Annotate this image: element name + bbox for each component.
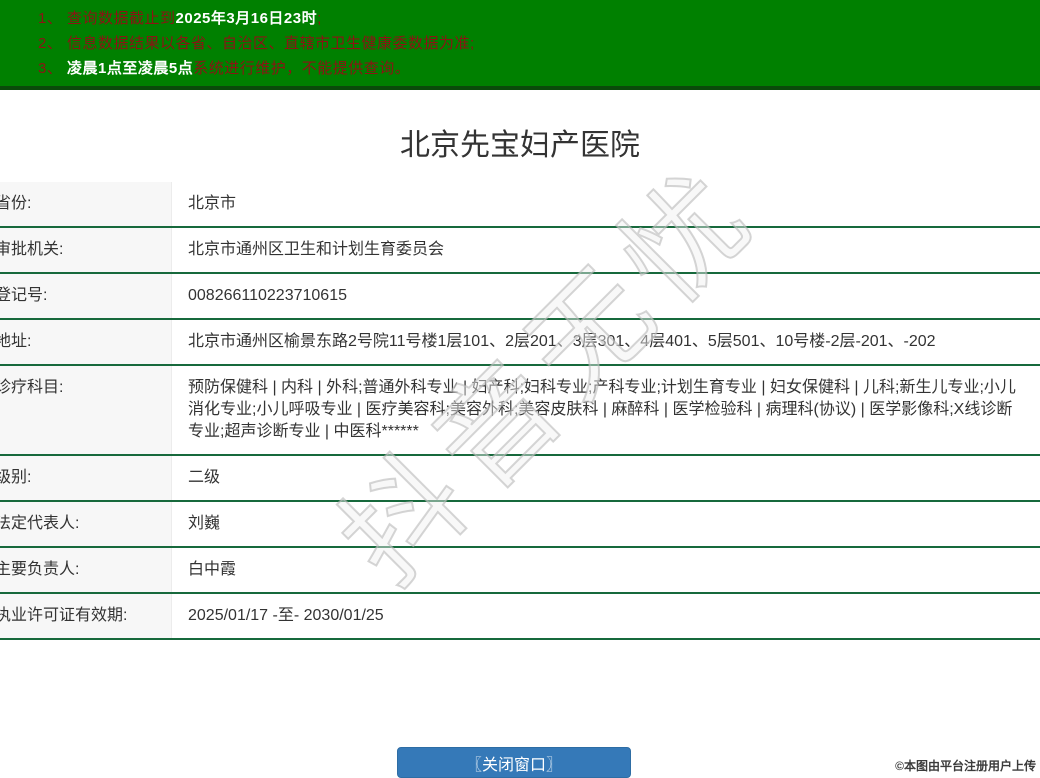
notice-line-3-suffix: 系统进行维护，不能提供查询。 bbox=[193, 60, 411, 77]
notice-line-1: 1、 查询数据截止到2025年3月16日23时; bbox=[38, 6, 1030, 31]
notice-line-3: 3、 凌晨1点至凌晨5点系统进行维护，不能提供查询。 bbox=[38, 56, 1030, 81]
table-row-license-validity: 执业许可证有效期: 2025/01/17 -至- 2030/01/25 bbox=[0, 594, 1040, 640]
row-label: 诊疗科目: bbox=[0, 366, 172, 454]
notice-line-1-suffix: ; bbox=[317, 10, 322, 27]
close-window-button[interactable]: 〖关闭窗口〗 bbox=[397, 747, 631, 778]
notice-line-2: 2、 信息数据结果以各省、自治区、直辖市卫生健康委数据为准; bbox=[38, 31, 1030, 56]
row-label: 级别: bbox=[0, 456, 172, 500]
row-label: 审批机关: bbox=[0, 228, 172, 272]
table-row-person-in-charge: 主要负责人: 白中霞 bbox=[0, 548, 1040, 594]
copyright-watermark: ©本图由平台注册用户上传 bbox=[895, 759, 1036, 773]
row-label: 地址: bbox=[0, 320, 172, 364]
row-value: 北京市通州区卫生和计划生育委员会 bbox=[172, 228, 1040, 272]
table-row-address: 地址: 北京市通州区榆景东路2号院11号楼1层101、2层201、3层301、4… bbox=[0, 320, 1040, 366]
notice-banner: 1、 查询数据截止到2025年3月16日23时; 2、 信息数据结果以各省、自治… bbox=[0, 0, 1040, 90]
row-value: 刘巍 bbox=[172, 502, 1040, 546]
table-row-approval-authority: 审批机关: 北京市通州区卫生和计划生育委员会 bbox=[0, 228, 1040, 274]
table-row-registration-number: 登记号: 008266110223710615 bbox=[0, 274, 1040, 320]
row-value: 白中霞 bbox=[172, 548, 1040, 592]
row-label: 法定代表人: bbox=[0, 502, 172, 546]
row-value: 2025/01/17 -至- 2030/01/25 bbox=[172, 594, 1040, 638]
notice-line-3-text: 3、 bbox=[38, 60, 68, 77]
row-value: 预防保健科 | 内科 | 外科;普通外科专业 | 妇产科;妇科专业;产科专业;计… bbox=[172, 366, 1040, 454]
row-value: 二级 bbox=[172, 456, 1040, 500]
notice-line-3-highlight: 凌晨1点至凌晨5点 bbox=[67, 60, 194, 77]
row-label: 省份: bbox=[0, 182, 172, 226]
table-row-medical-subjects: 诊疗科目: 预防保健科 | 内科 | 外科;普通外科专业 | 妇产科;妇科专业;… bbox=[0, 366, 1040, 456]
row-label: 登记号: bbox=[0, 274, 172, 318]
table-row-province: 省份: 北京市 bbox=[0, 182, 1040, 228]
row-label: 执业许可证有效期: bbox=[0, 594, 172, 638]
row-value: 008266110223710615 bbox=[172, 274, 1040, 318]
row-value: 北京市通州区榆景东路2号院11号楼1层101、2层201、3层301、4层401… bbox=[172, 320, 1040, 364]
page-title: 北京先宝妇产医院 bbox=[400, 129, 640, 162]
notice-line-1-text: 1、 查询数据截止到 bbox=[38, 10, 176, 27]
table-row-level: 级别: 二级 bbox=[0, 456, 1040, 502]
hospital-info-table: 省份: 北京市 审批机关: 北京市通州区卫生和计划生育委员会 登记号: 0082… bbox=[0, 182, 1040, 640]
row-value: 北京市 bbox=[172, 182, 1040, 226]
row-label: 主要负责人: bbox=[0, 548, 172, 592]
notice-line-1-highlight: 2025年3月16日23时 bbox=[175, 10, 318, 27]
notice-line-2-text: 2、 信息数据结果以各省、自治区、直辖市卫生健康委数据为准; bbox=[38, 35, 475, 52]
table-row-legal-representative: 法定代表人: 刘巍 bbox=[0, 502, 1040, 548]
